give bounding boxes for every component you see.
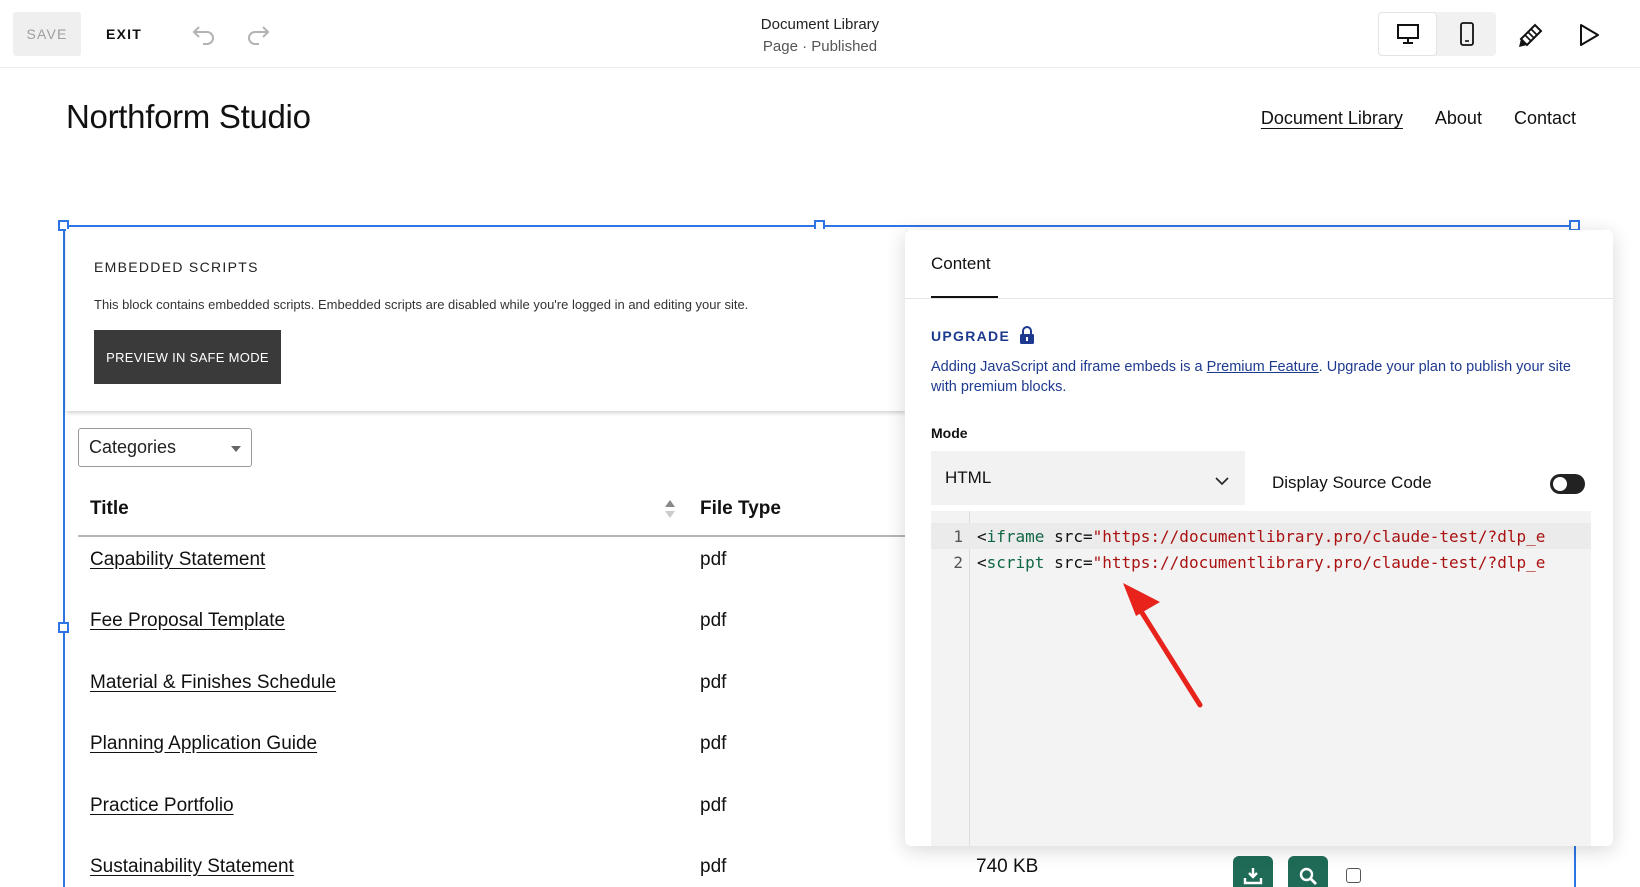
- page-status: Page · Published: [762, 38, 878, 55]
- panel-divider: [905, 298, 1613, 299]
- document-link[interactable]: Capability Statement: [90, 549, 265, 571]
- upgrade-message: Adding JavaScript and iframe embeds is a…: [931, 357, 1571, 397]
- file-type-cell: pdf: [700, 610, 727, 631]
- mobile-icon[interactable]: [1437, 12, 1496, 56]
- file-type-cell: pdf: [700, 549, 727, 570]
- document-link[interactable]: Sustainability Statement: [90, 856, 294, 878]
- premium-feature-link[interactable]: Premium Feature: [1207, 359, 1319, 375]
- toggle-knob: [1553, 477, 1567, 491]
- device-toggle: [1378, 12, 1496, 56]
- preview-play-icon[interactable]: [1570, 16, 1608, 54]
- mode-label: Mode: [931, 425, 968, 441]
- editor-toolbar: SAVE EXIT Document Library Page · Publis…: [0, 0, 1640, 68]
- upgrade-heading: UPGRADE: [931, 328, 1011, 344]
- code-tag: script: [986, 553, 1045, 572]
- mode-select-value: HTML: [945, 468, 992, 487]
- code-line[interactable]: 1 <iframe src="https://documentlibrary.p…: [931, 523, 1591, 549]
- code-token: <: [977, 553, 987, 572]
- preview-safe-mode-button[interactable]: PREVIEW IN SAFE MODE: [94, 330, 281, 384]
- document-link[interactable]: Practice Portfolio: [90, 795, 234, 817]
- resize-handle[interactable]: [58, 622, 69, 633]
- line-number: 2: [953, 553, 963, 572]
- design-brush-icon[interactable]: [1512, 16, 1550, 54]
- line-number: 1: [953, 527, 963, 546]
- code-attr: src=: [1044, 553, 1093, 572]
- file-type-cell: pdf: [700, 856, 727, 877]
- caret-down-icon: [231, 446, 241, 452]
- display-source-code-label: Display Source Code: [1272, 473, 1432, 492]
- code-tag: iframe: [986, 527, 1045, 546]
- page-name: Document Library: [760, 16, 880, 33]
- upgrade-message-text: Adding JavaScript and iframe embeds is a: [931, 359, 1207, 375]
- document-link[interactable]: Planning Application Guide: [90, 733, 317, 755]
- document-link[interactable]: Material & Finishes Schedule: [90, 672, 336, 694]
- tab-content[interactable]: Content: [931, 254, 991, 274]
- nav-link-contact[interactable]: Contact: [1514, 108, 1576, 129]
- file-type-cell: pdf: [700, 733, 727, 754]
- embed-notice-heading: EMBEDDED SCRIPTS: [94, 259, 259, 275]
- embedded-scripts-notice: EMBEDDED SCRIPTS This block contains emb…: [66, 229, 906, 411]
- code-string: "https://documentlibrary.pro/claude-test…: [1092, 527, 1546, 546]
- code-attr: src=: [1044, 527, 1093, 546]
- mode-select[interactable]: HTML: [931, 451, 1245, 505]
- file-type-cell: pdf: [700, 795, 727, 816]
- exit-button[interactable]: EXIT: [96, 12, 152, 56]
- column-header-file-type[interactable]: File Type: [700, 498, 781, 520]
- lock-icon: [1019, 326, 1035, 349]
- display-source-code-toggle[interactable]: [1550, 474, 1585, 494]
- code-editor[interactable]: 1 <iframe src="https://documentlibrary.p…: [931, 511, 1591, 846]
- desktop-icon[interactable]: [1378, 12, 1437, 56]
- categories-select[interactable]: Categories: [78, 428, 252, 467]
- block-selection-border: [63, 225, 65, 887]
- embed-notice-text: This block contains embedded scripts. Em…: [94, 297, 749, 312]
- annotation-arrow: [1123, 583, 1203, 708]
- row-select-checkbox[interactable]: [1346, 868, 1361, 883]
- table-header-divider: [78, 535, 908, 537]
- site-title[interactable]: Northform Studio: [66, 98, 311, 136]
- undo-icon[interactable]: [186, 16, 222, 52]
- code-string: "https://documentlibrary.pro/claude-test…: [1092, 553, 1546, 572]
- file-type-cell: pdf: [700, 672, 727, 693]
- column-header-title[interactable]: Title: [90, 498, 129, 520]
- file-size-cell: 740 KB: [976, 856, 1039, 877]
- code-line[interactable]: 2 <script src="https://documentlibrary.p…: [931, 549, 1591, 575]
- nav-link-about[interactable]: About: [1435, 108, 1482, 129]
- categories-select-value: Categories: [89, 437, 177, 457]
- code-token: <: [977, 527, 987, 546]
- document-link[interactable]: Fee Proposal Template: [90, 610, 285, 632]
- redo-icon[interactable]: [240, 16, 276, 52]
- sort-icon[interactable]: [664, 498, 676, 525]
- save-button[interactable]: SAVE: [13, 12, 81, 56]
- site-nav: Document Library About Contact: [1261, 108, 1576, 129]
- download-icon[interactable]: [1233, 856, 1273, 887]
- chevron-down-icon: [1215, 471, 1229, 491]
- content-settings-panel: Content UPGRADE Adding JavaScript and if…: [905, 230, 1613, 846]
- nav-link-document-library[interactable]: Document Library: [1261, 108, 1403, 129]
- search-icon[interactable]: [1288, 856, 1328, 887]
